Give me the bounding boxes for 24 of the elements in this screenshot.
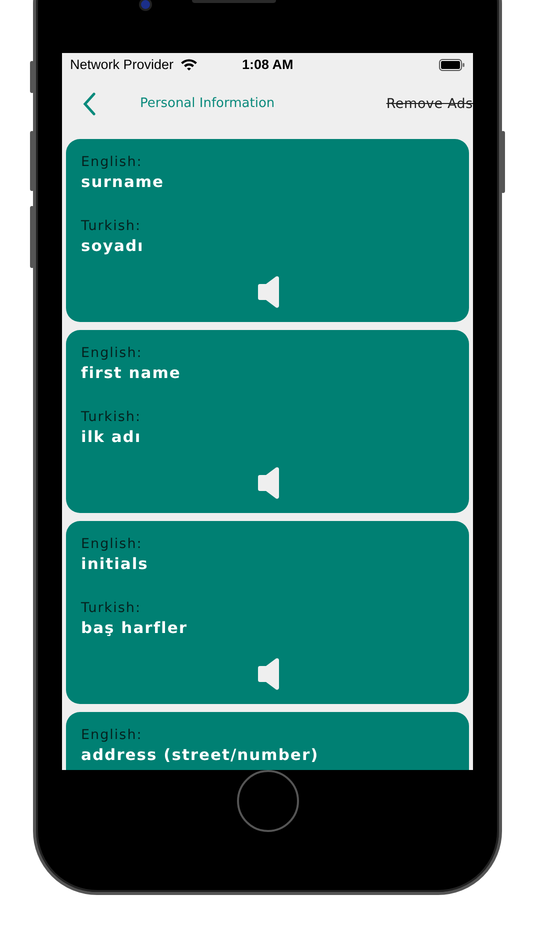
english-label: English: xyxy=(81,152,144,171)
speaker-icon[interactable] xyxy=(256,656,280,691)
english-word: surname xyxy=(81,172,166,193)
screen-title: Personal Information xyxy=(140,96,276,112)
turkish-label: Turkish: xyxy=(81,216,142,235)
battery-icon xyxy=(439,58,465,71)
speaker-icon[interactable] xyxy=(256,274,280,309)
carrier-name: Network Provider xyxy=(70,57,174,72)
turkish-word: soyadı xyxy=(81,236,145,257)
turkish-word: baş harfler xyxy=(81,618,189,639)
turkish-label: Turkish: xyxy=(81,408,142,426)
english-word: address (street/number) xyxy=(81,744,320,766)
speaker-icon[interactable] xyxy=(256,466,280,500)
turkish-word: ilk adı xyxy=(81,426,142,448)
english-word: initials xyxy=(81,554,150,575)
remove-ads-button[interactable]: Remove Ads xyxy=(386,96,473,112)
english-label: English: xyxy=(81,726,144,744)
english-label: English: xyxy=(81,534,144,553)
turkish-label: Turkish: xyxy=(81,598,142,617)
status-time: 1:08 AM xyxy=(242,57,294,72)
english-word: first name xyxy=(81,362,182,384)
camera-icon xyxy=(139,0,152,11)
english-label: English: xyxy=(81,344,144,362)
wifi-icon xyxy=(180,58,198,72)
